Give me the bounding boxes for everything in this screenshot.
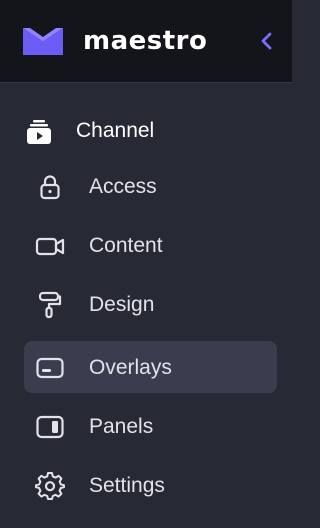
lock-icon [35, 172, 65, 202]
section-channel[interactable]: Channel [0, 112, 292, 150]
nav-item-content-label: Content [89, 234, 163, 257]
nav-item-overlays[interactable]: Overlays [24, 341, 277, 393]
nav-item-panels-label: Panels [89, 415, 154, 438]
gear-icon [35, 471, 65, 501]
nav-item-design-label: Design [89, 293, 155, 316]
nav-item-access[interactable]: Access [24, 160, 277, 212]
paint-roller-icon [35, 290, 65, 320]
nav-item-panels[interactable]: Panels [24, 400, 277, 452]
chevron-left-icon [261, 32, 272, 50]
maestro-logo-icon[interactable] [23, 28, 63, 55]
sidebar: maestro Channel Access Content Design Ov… [0, 0, 292, 528]
nav-item-access-label: Access [89, 175, 157, 198]
nav-item-settings[interactable]: Settings [24, 459, 277, 511]
nav-item-overlays-label: Overlays [89, 356, 172, 379]
channel-icon [25, 118, 53, 146]
brand-name[interactable]: maestro [83, 26, 207, 56]
nav-item-content[interactable]: Content [24, 219, 277, 271]
video-camera-icon [35, 231, 65, 261]
section-channel-label: Channel [76, 119, 155, 142]
nav-item-settings-label: Settings [89, 474, 165, 497]
nav-item-design[interactable]: Design [24, 278, 277, 330]
sidebar-header: maestro [0, 0, 292, 83]
panel-icon [35, 412, 65, 442]
collapse-sidebar-button[interactable] [256, 30, 278, 52]
overlay-icon [35, 353, 65, 383]
